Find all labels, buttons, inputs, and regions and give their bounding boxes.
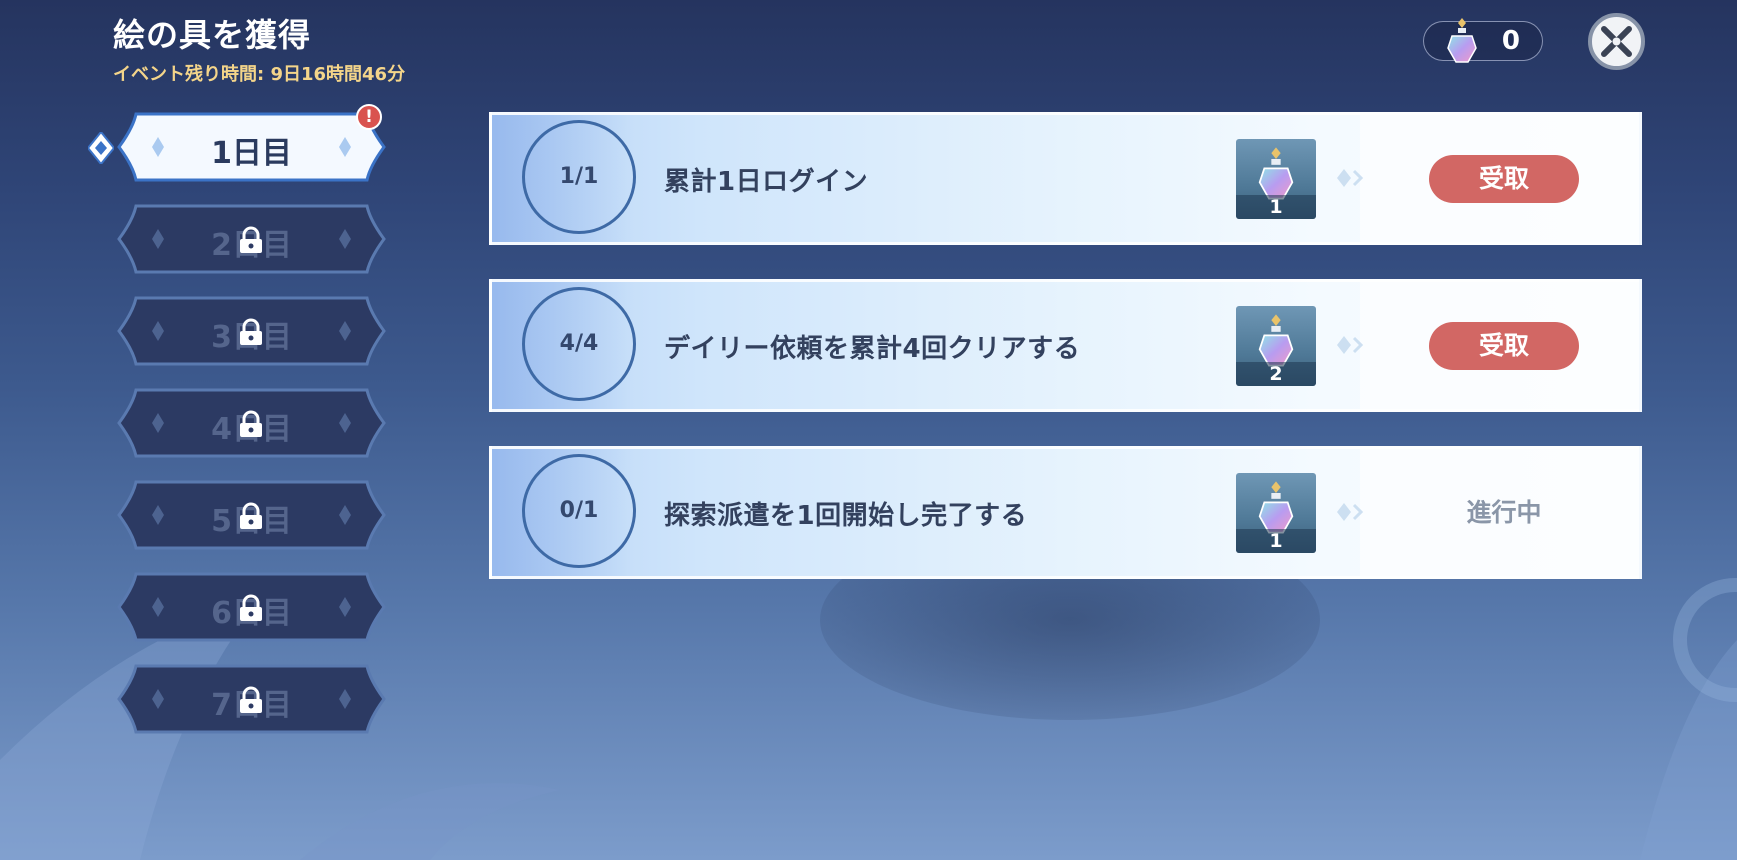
day-tab-6[interactable]: 6日目 — [114, 570, 389, 644]
day-tab-4[interactable]: 4日目 — [114, 386, 389, 460]
day-tab-7[interactable]: 7日目 — [114, 662, 389, 736]
paint-bottle-icon — [1258, 314, 1294, 367]
close-icon — [1601, 26, 1632, 57]
lock-icon — [240, 318, 262, 345]
day-tab-5[interactable]: 5日目 — [114, 478, 389, 552]
quest-status: 進行中 — [1466, 498, 1542, 527]
page-title: 絵の具を獲得 — [113, 16, 312, 54]
paint-bottle-icon — [1447, 18, 1477, 63]
reward-item[interactable]: 1 — [1236, 473, 1316, 553]
sparkle-divider-icon — [1337, 336, 1364, 354]
quest-row: 1/1 累計1日ログイン 1 受取 — [489, 112, 1642, 245]
reward-count: 2 — [1269, 363, 1283, 385]
currency-counter: 0 — [1423, 18, 1543, 63]
quest-description: 探索派遣を1回開始し完了する — [664, 501, 1028, 531]
alert-badge: ! — [356, 104, 382, 130]
quest-row: 0/1 探索派遣を1回開始し完了する 1 進行中 — [489, 446, 1642, 579]
quest-progress: 4/4 — [522, 287, 636, 401]
currency-value: 0 — [1501, 26, 1520, 56]
claim-button[interactable]: 受取 — [1429, 322, 1579, 370]
lock-icon — [240, 686, 262, 713]
claim-button[interactable]: 受取 — [1429, 155, 1579, 203]
quest-progress: 0/1 — [522, 454, 636, 568]
day-tab-3[interactable]: 3日目 — [114, 294, 389, 368]
quest-description: デイリー依頼を累計4回クリアする — [664, 334, 1081, 364]
quest-progress: 1/1 — [522, 120, 636, 234]
lock-icon — [240, 502, 262, 529]
quest-row: 4/4 デイリー依頼を累計4回クリアする 2 受取 — [489, 279, 1642, 412]
reward-count: 1 — [1269, 530, 1283, 552]
quest-description: 累計1日ログイン — [664, 167, 869, 197]
sparkle-divider-icon — [1337, 169, 1364, 187]
lock-icon — [240, 594, 262, 621]
lock-icon — [240, 226, 262, 253]
reward-count: 1 — [1269, 196, 1283, 218]
day-tab-2[interactable]: 2日目 — [114, 202, 389, 276]
reward-item[interactable]: 1 — [1236, 139, 1316, 219]
reward-item[interactable]: 2 — [1236, 306, 1316, 386]
selected-pointer-icon — [88, 132, 114, 164]
day-tab-1[interactable]: 1日目! — [88, 104, 389, 184]
lock-icon — [240, 410, 262, 437]
paint-bottle-icon — [1258, 481, 1294, 534]
sparkle-divider-icon — [1337, 503, 1364, 521]
day-tab-label: 1日目 — [211, 136, 292, 171]
paint-bottle-icon — [1258, 147, 1294, 200]
close-button[interactable] — [1588, 13, 1645, 70]
event-timer: イベント残り時間: 9日16時間46分 — [113, 64, 406, 85]
